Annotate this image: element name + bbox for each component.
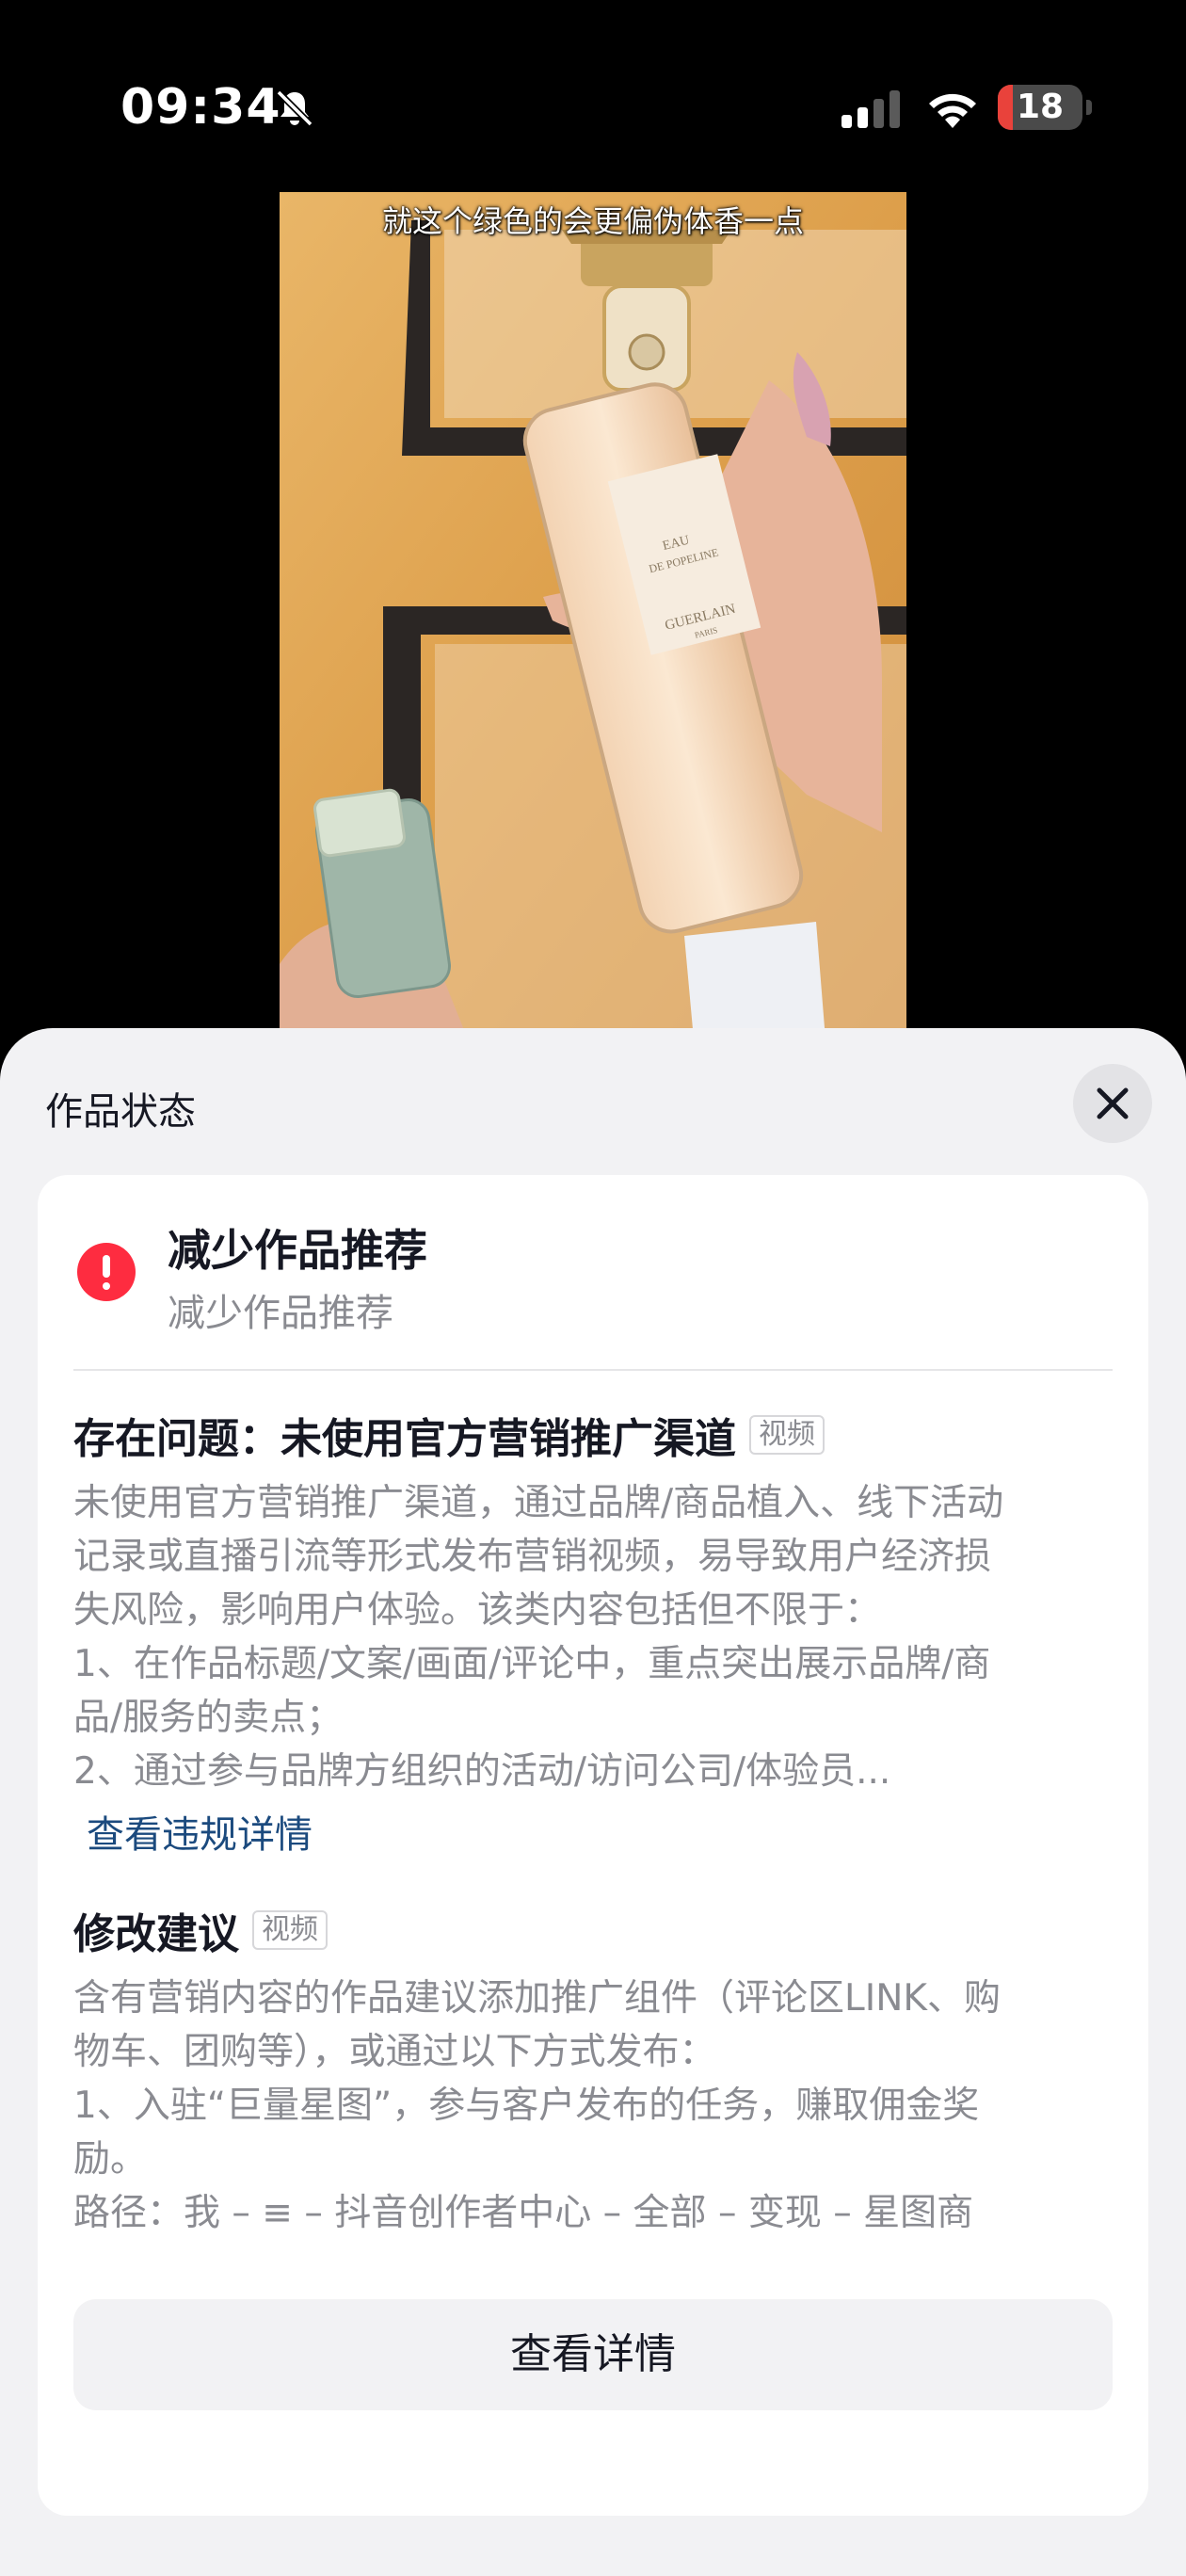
issue-line: 1、在作品标题/文案/画面/评论中，重点突出展示品牌/商 bbox=[73, 1643, 991, 1685]
issue-line: 品/服务的卖点； bbox=[73, 1697, 344, 1739]
work-status-sheet: 作品状态 减少作品推荐 减少作品推荐 存在问题：未使用官方营销推广渠道 视频 未… bbox=[0, 1028, 1186, 2576]
close-icon bbox=[1097, 1087, 1129, 1119]
status-title: 减少作品推荐 bbox=[168, 1225, 427, 1276]
suggestion-heading-row: 修改建议 视频 bbox=[73, 1900, 328, 1960]
status-time: 09:34 bbox=[120, 79, 281, 136]
battery-cap bbox=[1086, 100, 1092, 115]
suggestion-line: 含有营销内容的作品建议添加推广组件（评论区LINK、购 bbox=[73, 1977, 1001, 2020]
suggestion-description: 含有营销内容的作品建议添加推广组件（评论区LINK、购 物车、团购等），或通过以… bbox=[73, 1972, 1118, 2240]
view-details-button[interactable]: 查看详情 bbox=[73, 2299, 1113, 2410]
status-bar: 09:34 18 bbox=[0, 0, 1186, 188]
issue-heading: 存在问题：未使用官方营销推广渠道 bbox=[73, 1415, 736, 1463]
battery-indicator: 18 bbox=[998, 85, 1092, 130]
suggestion-line: 励。 bbox=[73, 2138, 148, 2181]
wifi-icon bbox=[929, 93, 976, 128]
suggestion-heading: 修改建议 bbox=[73, 1910, 239, 1958]
issue-heading-row: 存在问题：未使用官方营销推广渠道 视频 bbox=[73, 1405, 825, 1465]
close-button[interactable] bbox=[1073, 1064, 1152, 1143]
issue-line: 2、通过参与品牌方组织的活动/访问公司/体验员... bbox=[73, 1750, 891, 1793]
suggestion-tag: 视频 bbox=[252, 1910, 328, 1950]
battery-body: 18 bbox=[998, 85, 1082, 130]
suggestion-line: 物车、团购等），或通过以下方式发布： bbox=[73, 2031, 716, 2073]
view-violation-details-link[interactable]: 查看违规详情 bbox=[87, 1804, 313, 1859]
issue-description: 未使用官方营销推广渠道，通过品牌/商品植入、线下活动 记录或直播引流等形式发布营… bbox=[73, 1476, 1118, 1798]
warning-icon-dot bbox=[103, 1282, 110, 1290]
video-caption: 就这个绿色的会更偏伪体香一点 bbox=[381, 203, 804, 239]
issue-line: 记录或直播引流等形式发布营销视频，易导致用户经济损 bbox=[73, 1536, 992, 1578]
divider bbox=[73, 1369, 1113, 1371]
warning-icon bbox=[77, 1243, 136, 1301]
cellular-signal-icon bbox=[841, 90, 900, 128]
video-player[interactable]: EAU DE POPELINE GUERLAIN PARIS 就这个绿色的会更偏… bbox=[280, 192, 906, 1039]
issue-line: 失风险，影响用户体验。该类内容包括但不限于： bbox=[73, 1589, 882, 1632]
bell-muted-icon bbox=[276, 89, 313, 127]
video-frame-image: EAU DE POPELINE GUERLAIN PARIS bbox=[280, 192, 906, 1039]
warning-icon-bar bbox=[103, 1255, 110, 1278]
suggestion-line: 1、入驻“巨量星图”，参与客户发布的任务，赚取佣金奖 bbox=[73, 2085, 980, 2127]
suggestion-line: 路径：我 – ≡ – 抖音创作者中心 – 全部 – 变现 – 星图商 bbox=[73, 2192, 974, 2234]
status-card: 减少作品推荐 减少作品推荐 存在问题：未使用官方营销推广渠道 视频 未使用官方营… bbox=[38, 1175, 1148, 2516]
issue-line: 未使用官方营销推广渠道，通过品牌/商品植入、线下活动 bbox=[73, 1482, 1004, 1524]
issue-tag: 视频 bbox=[749, 1415, 825, 1455]
status-subtitle: 减少作品推荐 bbox=[168, 1292, 393, 1335]
battery-level-text: 18 bbox=[1016, 88, 1065, 126]
sheet-title: 作品状态 bbox=[45, 1090, 196, 1134]
